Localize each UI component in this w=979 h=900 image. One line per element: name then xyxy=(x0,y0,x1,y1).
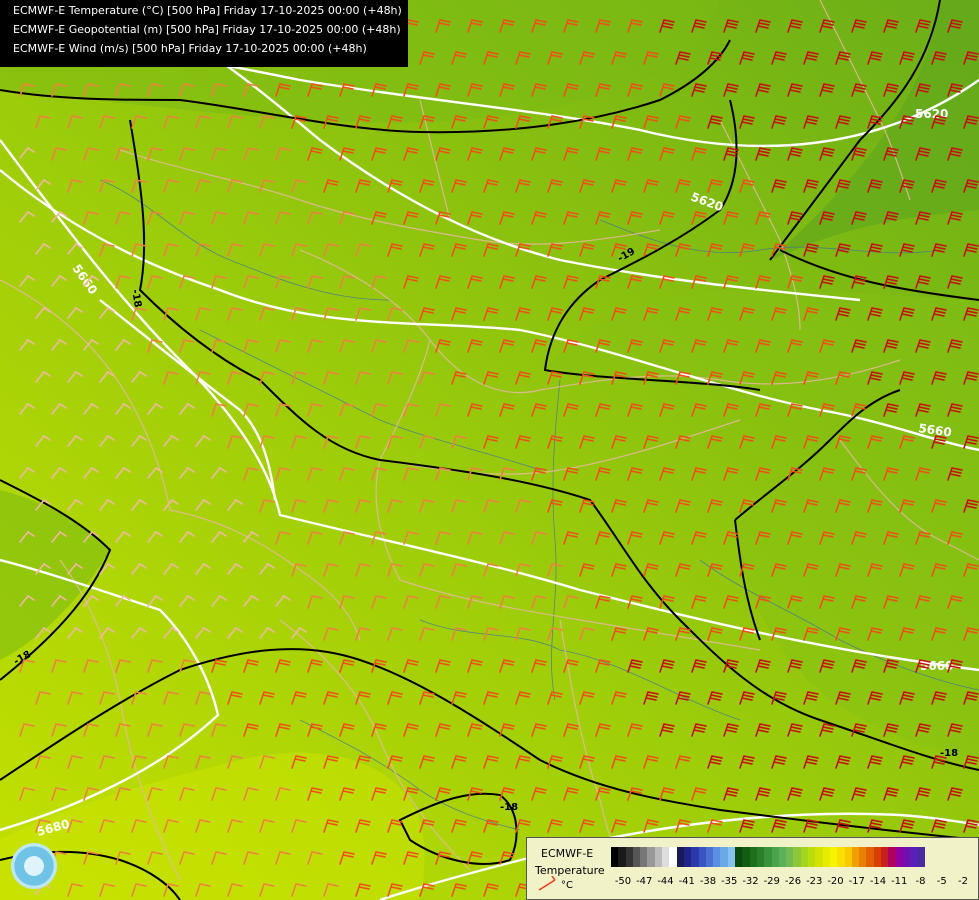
header-line-wind: ECMWF-E Wind (m/s) [500 hPa] Friday 17-1… xyxy=(13,42,367,55)
legend-color-swatch xyxy=(844,847,852,867)
legend-color-swatch xyxy=(880,847,889,867)
legend-color-swatch xyxy=(618,847,626,867)
legend-color-swatch xyxy=(786,847,794,867)
legend-color-swatch xyxy=(800,847,809,867)
legend-color-swatch xyxy=(829,847,838,867)
legend-tick-label: -26 xyxy=(784,876,802,887)
legend-unit: °C xyxy=(561,880,573,891)
ecmwf-logo-icon[interactable] xyxy=(11,843,57,889)
legend-color-swatch xyxy=(691,847,699,867)
legend-model: ECMWF-E xyxy=(541,847,594,860)
legend-tick-label: -38 xyxy=(699,876,717,887)
legend: ECMWF-E Temperature °C -50 -47 -44 -41 -38 -3… xyxy=(526,837,979,900)
legend-tick-label: -20 xyxy=(827,876,844,887)
legend-color-swatch xyxy=(771,847,779,867)
legend-tick-label: -2 xyxy=(958,876,968,887)
legend-color-swatch xyxy=(742,847,750,867)
legend-color-swatch xyxy=(917,847,925,867)
legend-tick-label: -17 xyxy=(848,876,865,887)
legend-tick-label: -29 xyxy=(763,876,780,887)
legend-tick-label: -11 xyxy=(891,876,908,887)
legend-color-swatch xyxy=(683,847,692,867)
legend-tick-label: -50 xyxy=(614,876,632,887)
legend-color-swatch xyxy=(859,847,867,867)
weather-map[interactable]: 5620 5620 5660 5660 5660 5680 -19 -18 -1… xyxy=(0,0,979,900)
legend-tick-label: -23 xyxy=(806,876,823,887)
temperature-label: -18 xyxy=(500,802,518,813)
legend-color-swatch xyxy=(778,847,787,867)
legend-color-swatch xyxy=(720,847,728,867)
legend-color-swatch xyxy=(735,847,743,867)
legend-color-swatch xyxy=(837,847,845,867)
legend-ticks: -50 -47 -44 -41 -38 -35 -32 -29 -26 -23 -20 -17 -14-… xyxy=(611,876,971,890)
legend-color-swatch xyxy=(764,847,772,867)
legend-tick-label: -35 xyxy=(721,876,738,887)
legend-color-swatch xyxy=(662,847,670,867)
geopotential-label: 5620 xyxy=(915,107,948,121)
legend-color-swatch xyxy=(625,847,633,867)
legend-color-swatch xyxy=(910,847,918,867)
legend-color-swatch xyxy=(698,847,706,867)
legend-tick-label: -14 xyxy=(869,876,887,887)
legend-color-swatch xyxy=(756,847,765,867)
legend-color-swatch xyxy=(873,847,881,867)
legend-color-swatch xyxy=(640,847,648,867)
legend-tick-label: -41 xyxy=(678,876,695,887)
legend-color-swatch xyxy=(888,847,896,867)
legend-color-swatch xyxy=(611,847,619,867)
legend-color-swatch xyxy=(669,847,677,867)
legend-color-ramp xyxy=(611,847,925,867)
legend-tick-label: -5 xyxy=(936,876,947,887)
legend-color-swatch xyxy=(749,847,757,867)
header-line-geopotential: ECMWF-E Geopotential (m) [500 hPa] Frida… xyxy=(13,23,401,36)
legend-color-swatch xyxy=(808,847,816,867)
legend-color-swatch xyxy=(895,847,903,867)
legend-color-swatch xyxy=(654,847,663,867)
legend-color-swatch xyxy=(727,847,736,867)
header-line-temperature: ECMWF-E Temperature (°C) [500 hPa] Frida… xyxy=(13,4,402,17)
legend-color-swatch xyxy=(632,847,641,867)
legend-color-swatch xyxy=(866,847,874,867)
legend-color-swatch xyxy=(705,847,714,867)
legend-color-swatch xyxy=(815,847,823,867)
legend-color-swatch xyxy=(902,847,911,867)
legend-color-swatch xyxy=(647,847,655,867)
wind-barb-icon xyxy=(538,876,556,891)
legend-tick-label: -44 xyxy=(657,876,674,887)
legend-tick-label: -32 xyxy=(742,876,759,887)
legend-color-swatch xyxy=(851,847,860,867)
legend-color-swatch xyxy=(793,847,801,867)
legend-color-swatch xyxy=(713,847,721,867)
legend-tick-label: -47 xyxy=(636,876,653,887)
legend-color-swatch xyxy=(676,847,684,867)
map-header: ECMWF-E Temperature (°C) [500 hPa] Frida… xyxy=(0,0,408,67)
legend-tick-label: -8 xyxy=(915,876,926,887)
legend-color-swatch xyxy=(822,847,830,867)
